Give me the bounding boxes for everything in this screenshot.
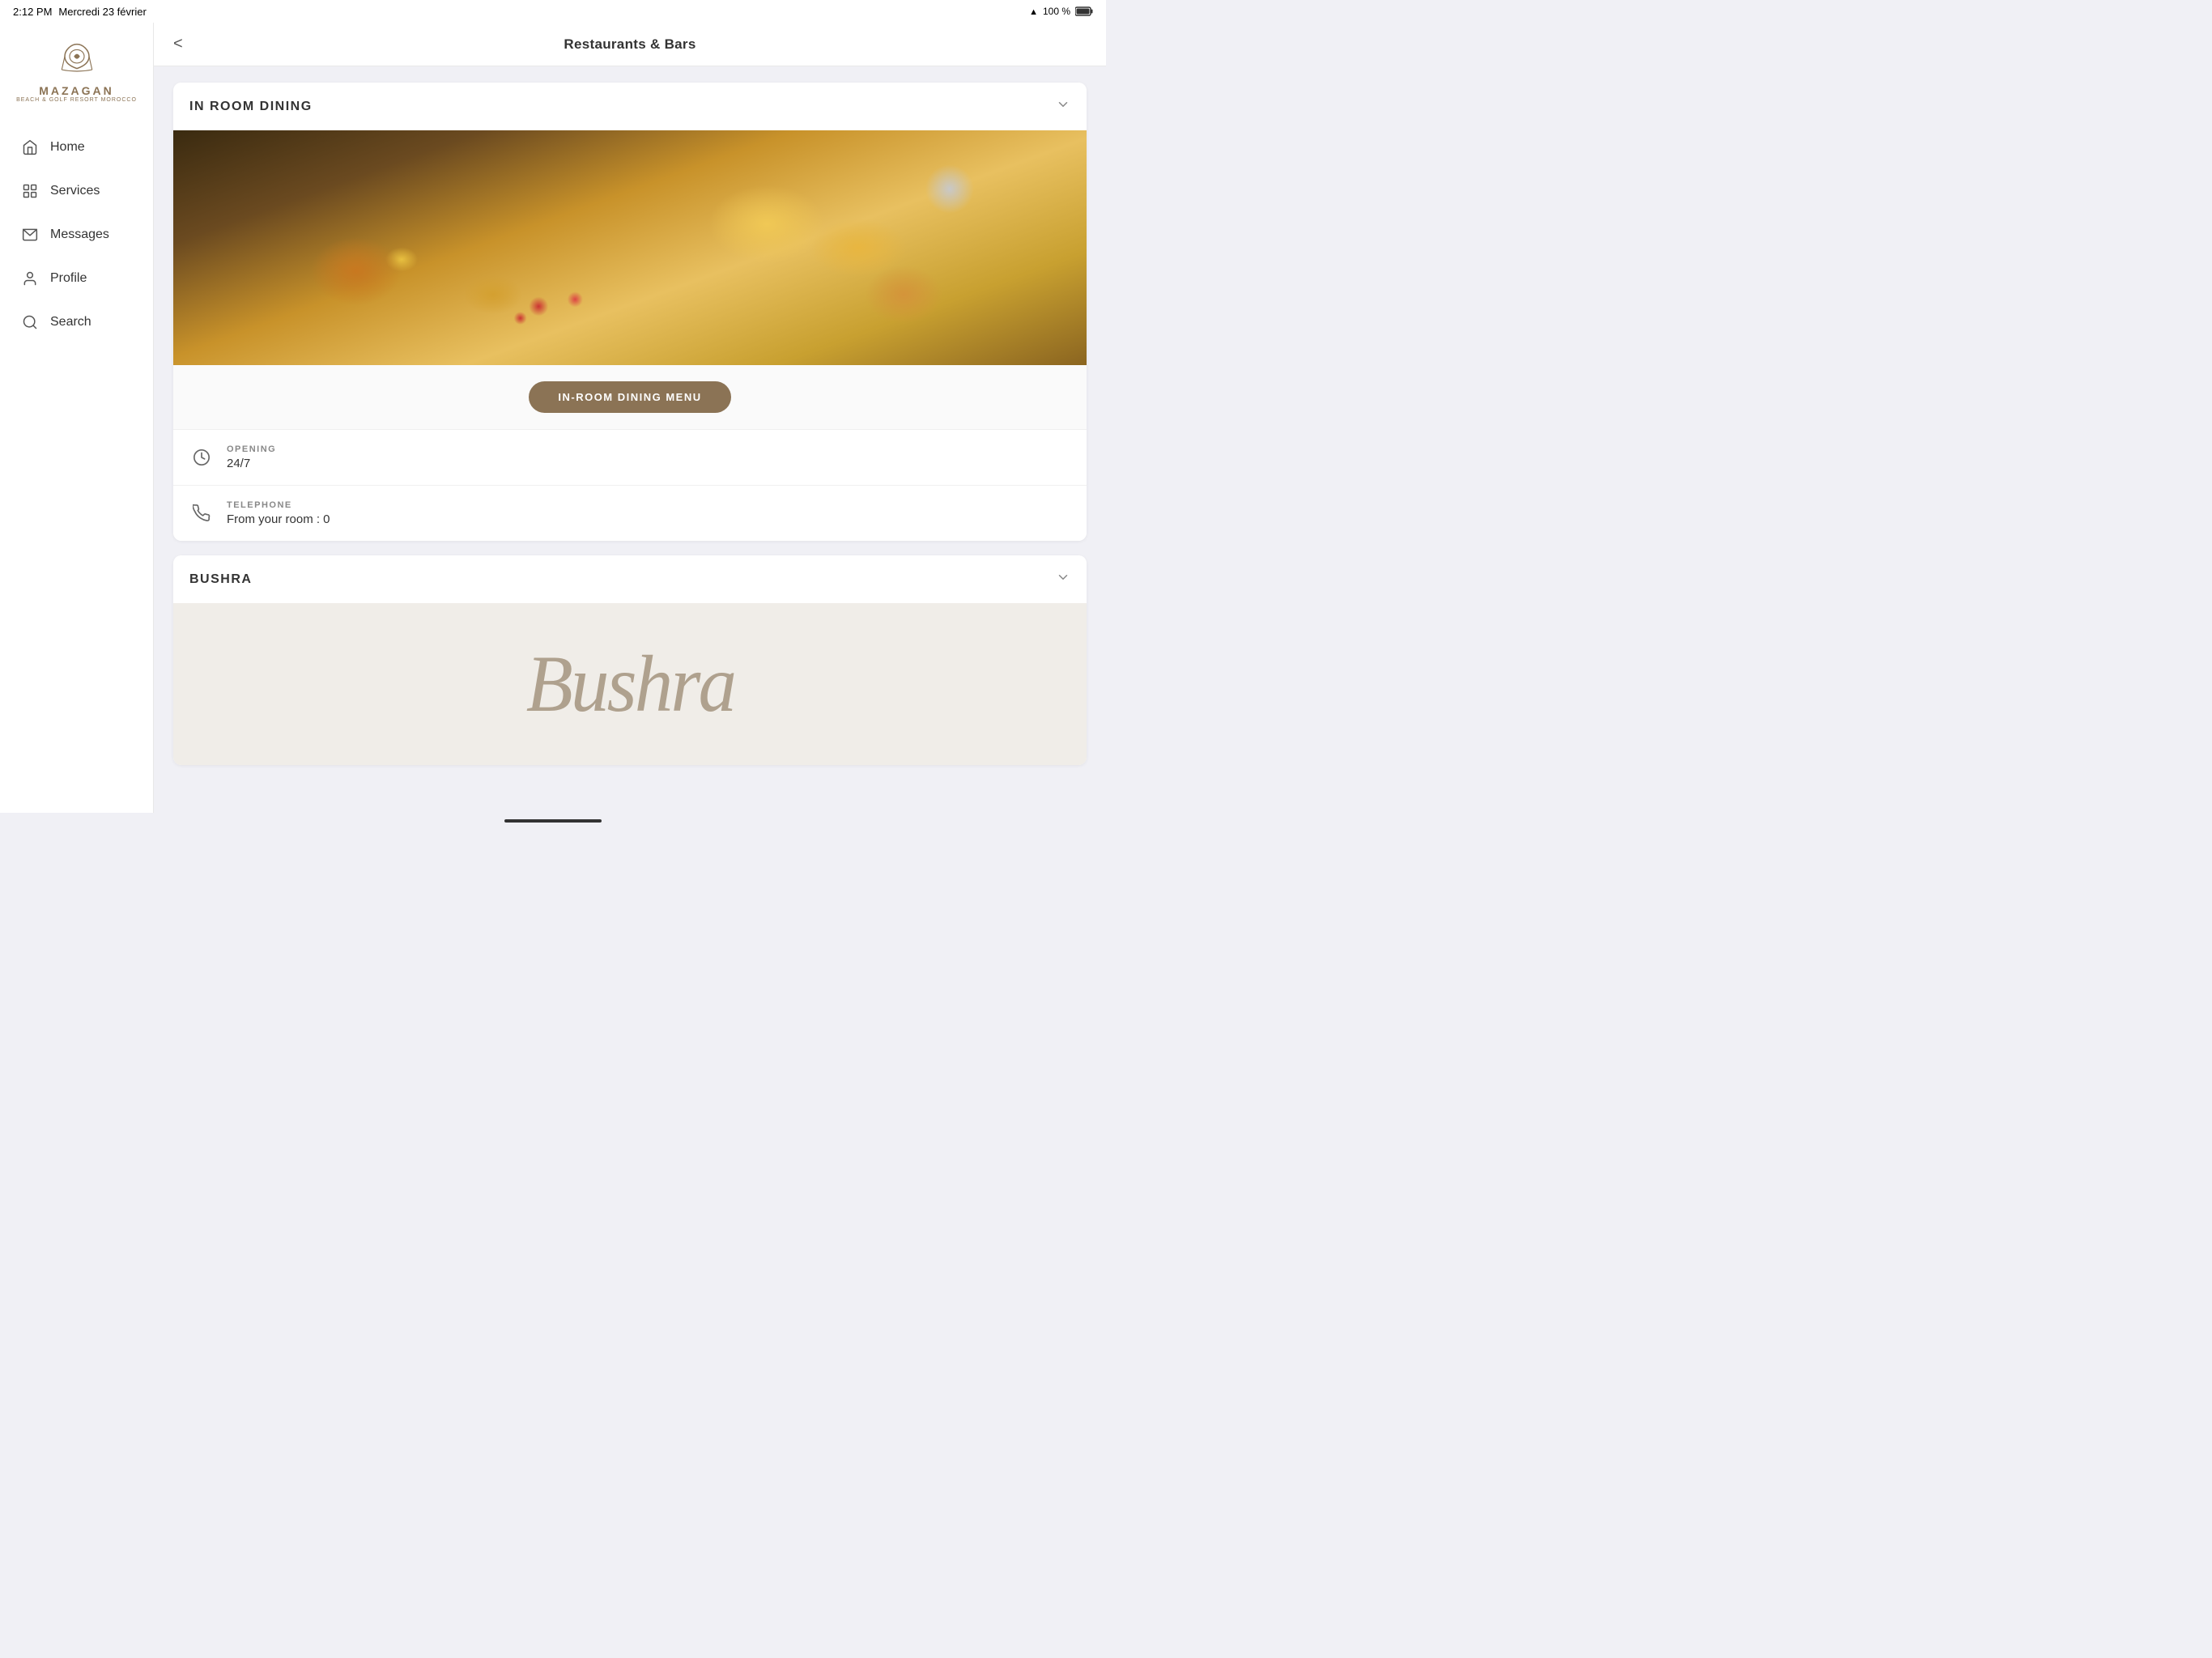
status-bar: 2:12 PM Mercredi 23 février 100 % — [0, 0, 1106, 23]
food-image — [173, 130, 1087, 365]
in-room-dining-header[interactable]: IN ROOM DINING — [173, 83, 1087, 130]
nav-messages-label: Messages — [50, 227, 109, 242]
opening-info: OPENING 24/7 — [227, 444, 276, 470]
logo-container: MAZAGAN Beach & Golf Resort Morocco — [16, 39, 137, 103]
bushra-image: Bushra — [173, 603, 1087, 765]
status-time: 2:12 PM — [13, 6, 52, 18]
nav-home-label: Home — [50, 140, 85, 155]
phone-icon — [189, 501, 214, 525]
top-navigation: < Restaurants & Bars — [154, 23, 1106, 66]
in-room-dining-chevron — [1056, 97, 1070, 116]
home-indicator — [0, 813, 1106, 829]
status-date: Mercredi 23 février — [58, 6, 146, 18]
bushra-section: BUSHRA Bushra — [173, 555, 1087, 765]
opening-label: OPENING — [227, 444, 276, 454]
bushra-header[interactable]: BUSHRA — [173, 555, 1087, 603]
bushra-chevron — [1056, 570, 1070, 589]
app-container: MAZAGAN Beach & Golf Resort Morocco Home — [0, 23, 1106, 813]
wifi-icon — [1029, 6, 1038, 17]
status-time-date: 2:12 PM Mercredi 23 février — [13, 6, 147, 18]
menu-button-container: IN-ROOM DINING MENU — [173, 365, 1087, 429]
telephone-row: TELEPHONE From your room : 0 — [173, 485, 1087, 541]
nav-services-label: Services — [50, 184, 100, 198]
nav-profile-label: Profile — [50, 271, 87, 286]
clock-icon — [189, 445, 214, 470]
sidebar: MAZAGAN Beach & Golf Resort Morocco Home — [0, 23, 154, 813]
nav-item-messages[interactable]: Messages — [8, 215, 145, 255]
nav-search-label: Search — [50, 315, 91, 329]
nav-item-profile[interactable]: Profile — [8, 258, 145, 299]
battery-icon — [1075, 6, 1093, 16]
battery-level: 100 % — [1043, 6, 1070, 17]
telephone-label: TELEPHONE — [227, 500, 330, 510]
content-area: IN ROOM DINING IN-ROOM DINING MENU — [154, 66, 1106, 813]
navigation-menu: Home Services — [0, 127, 153, 342]
telephone-value: From your room : 0 — [227, 512, 330, 526]
opening-row: OPENING 24/7 — [173, 429, 1087, 485]
food-image-visual — [173, 130, 1087, 365]
bushra-logo: Bushra — [525, 644, 734, 725]
main-content: < Restaurants & Bars IN ROOM DINING — [154, 23, 1106, 813]
nav-item-home[interactable]: Home — [8, 127, 145, 168]
bushra-title: BUSHRA — [189, 572, 252, 587]
brand-tagline: Beach & Golf Resort Morocco — [16, 97, 137, 103]
home-bar — [504, 819, 602, 823]
profile-icon — [21, 270, 39, 287]
messages-icon — [21, 226, 39, 244]
in-room-dining-title: IN ROOM DINING — [189, 100, 313, 114]
nav-item-search[interactable]: Search — [8, 302, 145, 342]
brand-name: MAZAGAN — [39, 84, 114, 97]
search-icon — [21, 313, 39, 331]
in-room-dining-section: IN ROOM DINING IN-ROOM DINING MENU — [173, 83, 1087, 541]
nav-item-services[interactable]: Services — [8, 171, 145, 211]
back-button[interactable]: < — [167, 28, 189, 60]
telephone-info: TELEPHONE From your room : 0 — [227, 500, 330, 526]
home-icon — [21, 138, 39, 156]
status-indicators: 100 % — [1029, 6, 1093, 17]
in-room-dining-menu-button[interactable]: IN-ROOM DINING MENU — [529, 381, 730, 413]
services-icon — [21, 182, 39, 200]
brand-logo — [53, 39, 101, 79]
page-title: Restaurants & Bars — [564, 36, 696, 53]
opening-value: 24/7 — [227, 457, 276, 470]
